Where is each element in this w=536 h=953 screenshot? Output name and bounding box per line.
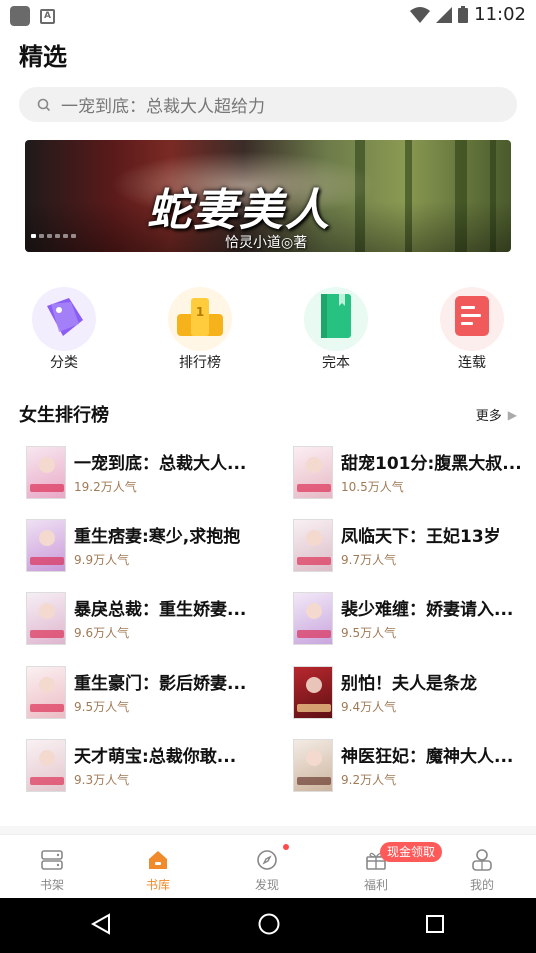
- status-bar: A 11:02: [0, 0, 536, 32]
- book-title: 凤临天下：王妃13岁: [341, 527, 501, 547]
- shortcut-label: 完本: [322, 355, 350, 371]
- new-dot: [283, 844, 289, 850]
- book-cover: [293, 519, 333, 572]
- back-icon[interactable]: [90, 912, 112, 936]
- book-item[interactable]: 天才萌宝:总裁你敢... 9.3万人气: [20, 736, 260, 796]
- book-title: 天才萌宝:总裁你敢...: [74, 747, 237, 767]
- wifi-icon: [410, 6, 431, 23]
- shortcut-serializing[interactable]: 连载: [432, 284, 512, 372]
- book-cover: [26, 592, 66, 645]
- keyboard-a-icon: A: [40, 8, 55, 24]
- cash-reward-badge: 现金领取: [380, 842, 443, 862]
- recents-icon[interactable]: [425, 914, 445, 934]
- book-title: 一宠到底：总裁大人...: [74, 454, 247, 474]
- tag-icon: [32, 287, 96, 351]
- shortcut-finished[interactable]: 完本: [296, 284, 376, 372]
- search-bar[interactable]: 一宠到底：总裁大人超给力: [19, 87, 517, 122]
- book-icon: [304, 287, 368, 351]
- banner-pager: [31, 234, 76, 238]
- book-popularity: 9.5万人气: [341, 626, 397, 640]
- page-title: 精选: [19, 43, 67, 71]
- book-item[interactable]: 重生豪门：影后娇妻... 9.5万人气: [20, 663, 260, 723]
- tab-bookshelf[interactable]: 书架: [12, 835, 92, 893]
- category-shortcuts: 分类 1 排行榜 完本 连载: [0, 284, 536, 374]
- bottom-tab-bar: 书架 书库 发现 福利 我的: [0, 834, 536, 899]
- search-icon: [37, 98, 51, 111]
- chevron-right-icon: ▶: [507, 407, 517, 422]
- book-popularity: 9.6万人气: [74, 626, 130, 640]
- book-title: 重生痞妻:寒少,求抱抱: [74, 527, 241, 547]
- notification-icon: [10, 6, 30, 26]
- book-cover: [293, 446, 333, 499]
- book-popularity: 9.3万人气: [74, 773, 130, 787]
- book-cover: [26, 519, 66, 572]
- book-title: 重生豪门：影后娇妻...: [74, 674, 247, 694]
- battery-icon: [458, 6, 469, 23]
- book-item[interactable]: 一宠到底：总裁大人... 19.2万人气: [20, 443, 260, 503]
- bookshelf-icon: [41, 850, 63, 870]
- more-label: 更多: [475, 409, 502, 424]
- section-title: 女生排行榜: [19, 405, 109, 426]
- shortcut-ranking[interactable]: 1 排行榜: [160, 284, 240, 372]
- banner-author: 恰灵小道◎著: [225, 235, 308, 251]
- book-popularity: 10.5万人气: [341, 480, 404, 494]
- scroll-icon: [440, 287, 504, 351]
- system-nav-bar: [0, 898, 536, 953]
- svg-text:1: 1: [196, 305, 204, 319]
- book-cover: [293, 739, 333, 792]
- book-item[interactable]: 别怕！夫人是条龙 9.4万人气: [287, 663, 527, 723]
- search-placeholder: 一宠到底：总裁大人超给力: [61, 97, 265, 117]
- tab-mine[interactable]: 我的: [442, 835, 522, 893]
- tab-label: 发现: [254, 878, 279, 892]
- shortcut-category[interactable]: 分类: [24, 284, 104, 372]
- book-title: 神医狂妃：魔神大人...: [341, 747, 514, 767]
- book-item[interactable]: 重生痞妻:寒少,求抱抱 9.9万人气: [20, 516, 260, 576]
- book-popularity: 9.7万人气: [341, 553, 397, 567]
- signal-icon: [436, 6, 453, 23]
- book-cover: [293, 666, 333, 719]
- promo-banner[interactable]: 蛇妻美人 恰灵小道◎著: [25, 140, 511, 252]
- book-item[interactable]: 神医狂妃：魔神大人... 9.2万人气: [287, 736, 527, 796]
- home-icon: [149, 851, 167, 869]
- status-time: 11:02: [474, 4, 526, 25]
- profile-icon: [472, 849, 492, 871]
- shortcut-label: 连载: [458, 355, 486, 371]
- book-item[interactable]: 凤临天下：王妃13岁 9.7万人气: [287, 516, 527, 576]
- tab-label: 我的: [469, 878, 494, 892]
- tab-label: 书架: [39, 878, 64, 892]
- book-item[interactable]: 甜宠101分:腹黑大叔... 10.5万人气: [287, 443, 527, 503]
- book-popularity: 9.4万人气: [341, 700, 397, 714]
- shortcut-label: 排行榜: [179, 355, 221, 371]
- tab-library[interactable]: 书库: [118, 835, 198, 893]
- book-cover: [26, 446, 66, 499]
- banner-title: 蛇妻美人: [147, 185, 331, 236]
- book-popularity: 9.9万人气: [74, 553, 130, 567]
- book-cover: [26, 739, 66, 792]
- home-nav-icon[interactable]: [257, 912, 281, 936]
- book-title: 别怕！夫人是条龙: [341, 674, 477, 694]
- compass-icon: [257, 850, 277, 870]
- trophy-icon: 1: [168, 287, 232, 351]
- book-cover: [293, 592, 333, 645]
- book-title: 裴少难缠：娇妻请入...: [341, 600, 514, 620]
- book-title: 暴戾总裁：重生娇妻...: [74, 600, 247, 620]
- book-item[interactable]: 暴戾总裁：重生娇妻... 9.6万人气: [20, 589, 260, 649]
- book-item[interactable]: 裴少难缠：娇妻请入... 9.5万人气: [287, 589, 527, 649]
- section-divider: [0, 826, 536, 834]
- book-title: 甜宠101分:腹黑大叔...: [341, 454, 522, 474]
- tab-discover[interactable]: 发现: [227, 835, 307, 893]
- tab-label: 书库: [145, 878, 170, 892]
- book-popularity: 19.2万人气: [74, 480, 137, 494]
- book-popularity: 9.2万人气: [341, 773, 397, 787]
- more-link[interactable]: 更多 ▶: [475, 405, 517, 425]
- shortcut-label: 分类: [50, 355, 78, 371]
- book-cover: [26, 666, 66, 719]
- tab-label: 福利: [363, 878, 388, 892]
- book-popularity: 9.5万人气: [74, 700, 130, 714]
